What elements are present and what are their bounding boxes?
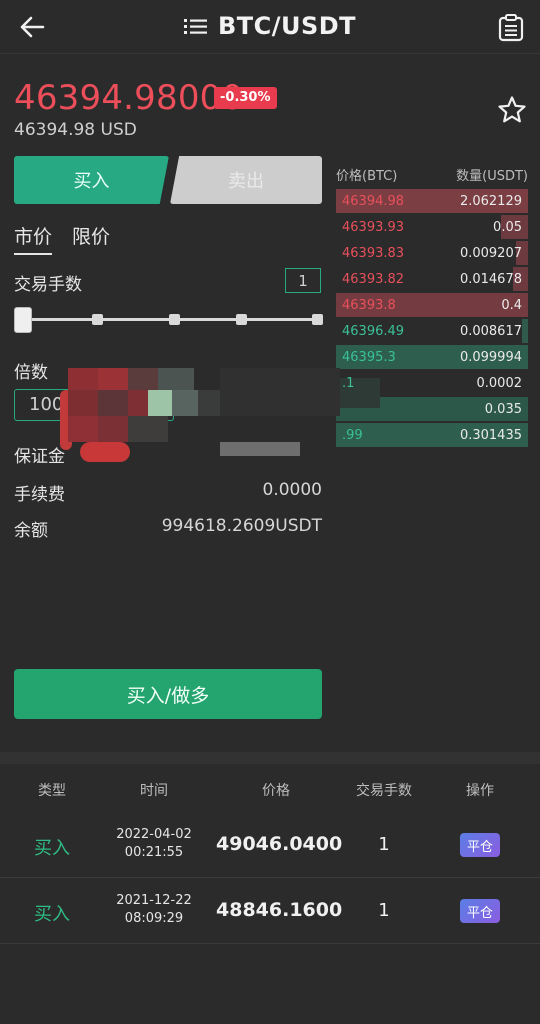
bid-row[interactable]: 46396.49 0.008617 [336, 319, 528, 343]
col-qty: 交易手数 [356, 783, 412, 799]
order-type-tabs: 市价 限价 [14, 222, 110, 255]
slider-stop-75[interactable] [236, 314, 247, 325]
order-date: 2022-04-02 [116, 827, 192, 842]
slider-stop-50[interactable] [169, 314, 180, 325]
order-qty: 1 [378, 900, 390, 921]
ask-amount: 0.009207 [459, 245, 522, 261]
redaction-mosaic [60, 368, 380, 462]
order-price: 48846.1600 [216, 899, 343, 921]
col-action: 操作 [466, 783, 494, 799]
ask-price: 46393.93 [342, 219, 405, 235]
ask-price: 46393.82 [342, 271, 405, 287]
ob-amount-header: 数量(USDT) [456, 169, 528, 184]
ask-row[interactable]: 46394.98 2.062129 [336, 189, 528, 213]
order-time: 2021-12-22 08:09:29 [104, 892, 204, 928]
fee-row: 手续费 0.0000 [14, 480, 322, 505]
order-clock: 00:21:55 [124, 845, 184, 860]
bid-amount: 0.099994 [459, 349, 522, 365]
bid-amount: 0.008617 [459, 323, 522, 339]
order-date: 2021-12-22 [116, 893, 192, 908]
balance-label: 余额 [14, 521, 48, 541]
change-badge: -0.30% [214, 87, 277, 109]
balance-row: 余额 994618.2609USDT [14, 516, 322, 541]
ask-price: 46393.83 [342, 245, 405, 261]
order-type: 买入 [34, 838, 70, 859]
qty-label: 交易手数 [14, 275, 82, 295]
balance-value: 994618.2609USDT [161, 516, 322, 536]
ask-amount: 0.014678 [459, 271, 522, 287]
slider-stop-100[interactable] [312, 314, 323, 325]
buy-long-button[interactable]: 买入/做多 [14, 669, 322, 719]
section-divider [0, 752, 540, 764]
fee-value: 0.0000 [262, 480, 322, 500]
favorite-button[interactable] [497, 95, 529, 127]
table-row: 买入 2022-04-02 00:21:55 49046.0400 1 平仓 [0, 812, 540, 878]
ask-price: 46393.8 [342, 297, 396, 313]
list-icon [183, 19, 207, 34]
qty-slider[interactable] [14, 305, 324, 335]
ask-amount: 2.062129 [459, 193, 522, 209]
orders-button[interactable] [496, 12, 526, 44]
tab-sell[interactable]: 卖出 [170, 156, 322, 204]
pair-selector[interactable]: BTC/USDT [0, 12, 540, 40]
order-time: 2022-04-02 00:21:55 [104, 826, 204, 862]
orderbook-header: 价格(BTC) 数量(USDT) [336, 165, 528, 184]
bid-row[interactable]: 46395.3 0.099994 [336, 345, 528, 369]
col-type: 类型 [38, 783, 66, 799]
qty-input[interactable]: 1 [285, 268, 321, 293]
last-price: 46394.98000 [14, 78, 244, 118]
depth-bar [522, 319, 528, 343]
page-title: BTC/USDT [217, 12, 357, 40]
bid-amount: 0.301435 [459, 427, 522, 443]
order-price: 49046.0400 [216, 833, 343, 855]
usd-price: 46394.98 USD [14, 120, 137, 140]
bid-price: 46396.49 [342, 323, 405, 339]
ask-row[interactable]: 46393.83 0.009207 [336, 241, 528, 265]
order-clock: 08:09:29 [124, 911, 184, 926]
slider-stop-25[interactable] [92, 314, 103, 325]
bid-price: .1 [342, 375, 355, 391]
clipboard-icon [498, 14, 524, 42]
ask-row[interactable]: 46393.82 0.014678 [336, 267, 528, 291]
ob-price-header: 价格(BTC) [336, 169, 398, 184]
bid-amount: 0.0002 [476, 375, 523, 391]
ask-amount: 0.05 [493, 219, 522, 235]
table-row: 买入 2021-12-22 08:09:29 48846.1600 1 平仓 [0, 878, 540, 944]
margin-label: 保证金 [14, 447, 65, 467]
star-icon [498, 96, 526, 123]
top-bar: BTC/USDT [0, 0, 540, 54]
col-price: 价格 [262, 783, 290, 799]
order-qty: 1 [378, 834, 390, 855]
bid-price: 46395.3 [342, 349, 396, 365]
bid-amount: 0.035 [484, 401, 522, 417]
close-position-button[interactable]: 平仓 [460, 899, 500, 923]
leverage-label: 倍数 [14, 363, 48, 383]
ask-row[interactable]: 46393.93 0.05 [336, 215, 528, 239]
tab-limit[interactable]: 限价 [72, 222, 110, 255]
slider-handle[interactable] [14, 307, 32, 333]
order-type: 买入 [34, 904, 70, 925]
bid-price: .99 [342, 427, 363, 443]
tab-buy[interactable]: 买入 [14, 156, 169, 204]
ask-row[interactable]: 46393.8 0.4 [336, 293, 528, 317]
fee-label: 手续费 [14, 485, 65, 505]
ask-amount: 0.4 [501, 297, 522, 313]
tab-market[interactable]: 市价 [14, 222, 53, 255]
col-time: 时间 [140, 783, 168, 799]
ask-price: 46394.98 [342, 193, 405, 209]
close-position-button[interactable]: 平仓 [460, 833, 500, 857]
